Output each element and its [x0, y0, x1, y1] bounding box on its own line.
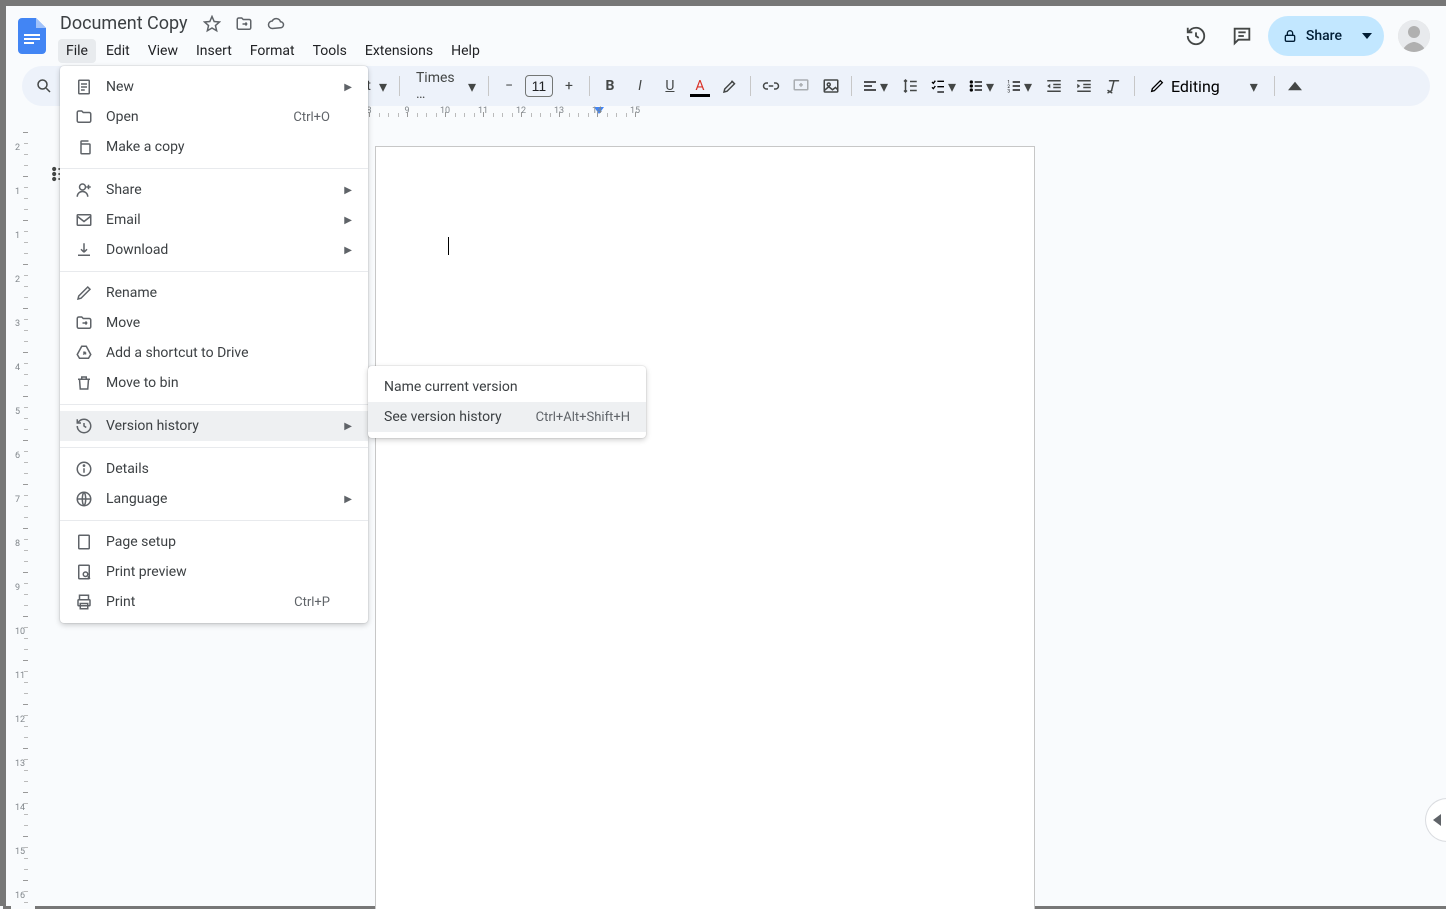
chevron-right-icon: ▶ [342, 245, 352, 256]
file-menu-new[interactable]: New▶ [60, 72, 368, 102]
checklist-button[interactable]: ▾ [926, 77, 962, 96]
chevron-right-icon: ▶ [342, 215, 352, 226]
history-icon [74, 416, 94, 436]
doc-icon [74, 77, 94, 97]
menubar: FileEditViewInsertFormatToolsExtensionsH… [54, 38, 1176, 63]
account-avatar[interactable] [1398, 20, 1430, 52]
chevron-right-icon: ▶ [342, 82, 352, 93]
chevron-right-icon: ▶ [342, 421, 352, 432]
app-header: Document Copy FileEditViewInsertFormatTo… [6, 6, 1446, 66]
star-icon[interactable] [198, 10, 226, 38]
file-menu-rename[interactable]: Rename [60, 278, 368, 308]
align-button[interactable]: ▾ [858, 77, 894, 96]
menu-edit[interactable]: Edit [98, 39, 138, 63]
mail-icon [74, 210, 94, 230]
insert-link-button[interactable] [757, 72, 785, 100]
menu-extensions[interactable]: Extensions [357, 39, 441, 63]
submenu-see-version-history[interactable]: See version historyCtrl+Alt+Shift+H [368, 402, 646, 432]
indent-decrease-button[interactable] [1040, 72, 1068, 100]
svg-text:3: 3 [1007, 89, 1010, 94]
file-menu-print-preview[interactable]: Print preview [60, 557, 368, 587]
print-icon [74, 592, 94, 612]
vertical-ruler[interactable]: 211234567891011121314151617 [11, 124, 35, 909]
insert-image-button[interactable] [817, 72, 845, 100]
font-family-selector[interactable]: Times …▾ [406, 70, 482, 102]
cloud-status-icon[interactable] [262, 10, 290, 38]
file-menu-share[interactable]: Share▶ [60, 175, 368, 205]
drive-shortcut-icon [74, 343, 94, 363]
font-size-input[interactable] [525, 75, 553, 97]
italic-button[interactable]: I [626, 72, 654, 100]
file-menu: New▶OpenCtrl+OMake a copy Share▶Email▶Dow… [60, 66, 368, 623]
trash-icon [74, 373, 94, 393]
download-icon [74, 240, 94, 260]
copy-icon [74, 137, 94, 157]
menu-format[interactable]: Format [242, 39, 303, 63]
numbered-list-button[interactable]: 123▾ [1002, 77, 1038, 96]
file-menu-email[interactable]: Email▶ [60, 205, 368, 235]
indent-increase-button[interactable] [1070, 72, 1098, 100]
person-plus-icon [74, 180, 94, 200]
version-history-submenu: Name current versionSee version historyC… [368, 366, 646, 438]
globe-icon [74, 489, 94, 509]
chevron-down-icon: ▾ [379, 77, 389, 96]
menu-tools[interactable]: Tools [305, 39, 355, 63]
add-comment-button[interactable] [787, 72, 815, 100]
menu-view[interactable]: View [140, 39, 186, 63]
text-color-button[interactable]: A [686, 72, 714, 100]
chevron-down-icon: ▾ [468, 77, 478, 96]
share-dropdown-icon[interactable] [1354, 24, 1378, 48]
file-menu-download[interactable]: Download▶ [60, 235, 368, 265]
editing-mode-selector[interactable]: Editing ▾ [1141, 77, 1268, 96]
highlight-button[interactable] [716, 72, 744, 100]
doc-title[interactable]: Document Copy [54, 11, 194, 36]
lock-icon [1282, 28, 1298, 44]
info-icon [74, 459, 94, 479]
file-menu-add-a-shortcut-to-drive[interactable]: Add a shortcut to Drive [60, 338, 368, 368]
share-label: Share [1306, 28, 1342, 44]
file-menu-details[interactable]: Details [60, 454, 368, 484]
search-menus-icon[interactable] [30, 72, 58, 100]
font-size-increase[interactable]: + [555, 72, 583, 100]
underline-button[interactable]: U [656, 72, 684, 100]
last-edit-icon[interactable] [1176, 16, 1216, 56]
file-menu-page-setup[interactable]: Page setup [60, 527, 368, 557]
file-menu-move[interactable]: Move [60, 308, 368, 338]
file-menu-print[interactable]: PrintCtrl+P [60, 587, 368, 617]
file-menu-make-a-copy[interactable]: Make a copy [60, 132, 368, 162]
pencil-icon [74, 283, 94, 303]
font-size-decrease[interactable]: − [495, 72, 523, 100]
menu-help[interactable]: Help [443, 39, 488, 63]
share-button[interactable]: Share [1268, 16, 1384, 56]
menu-file[interactable]: File [58, 39, 96, 63]
move-to-folder-icon[interactable] [230, 10, 258, 38]
line-spacing-button[interactable] [896, 72, 924, 100]
clear-formatting-button[interactable] [1100, 72, 1128, 100]
submenu-name-current-version[interactable]: Name current version [368, 372, 646, 402]
bold-button[interactable]: B [596, 72, 624, 100]
document-page[interactable] [375, 146, 1035, 909]
file-menu-open[interactable]: OpenCtrl+O [60, 102, 368, 132]
page-icon [74, 532, 94, 552]
toolbar-collapse-icon[interactable] [1281, 72, 1309, 100]
file-menu-language[interactable]: Language▶ [60, 484, 368, 514]
comments-icon[interactable] [1222, 16, 1262, 56]
folder-icon [74, 107, 94, 127]
move-icon [74, 313, 94, 333]
file-menu-version-history[interactable]: Version history▶ [60, 411, 368, 441]
file-menu-move-to-bin[interactable]: Move to bin [60, 368, 368, 398]
bulleted-list-button[interactable]: ▾ [964, 77, 1000, 96]
chevron-right-icon: ▶ [342, 185, 352, 196]
preview-icon [74, 562, 94, 582]
docs-logo-icon[interactable] [12, 16, 52, 56]
pencil-icon [1149, 78, 1165, 94]
chevron-down-icon: ▾ [1250, 77, 1260, 96]
chevron-right-icon: ▶ [342, 494, 352, 505]
menu-insert[interactable]: Insert [188, 39, 240, 63]
text-cursor [448, 237, 449, 255]
